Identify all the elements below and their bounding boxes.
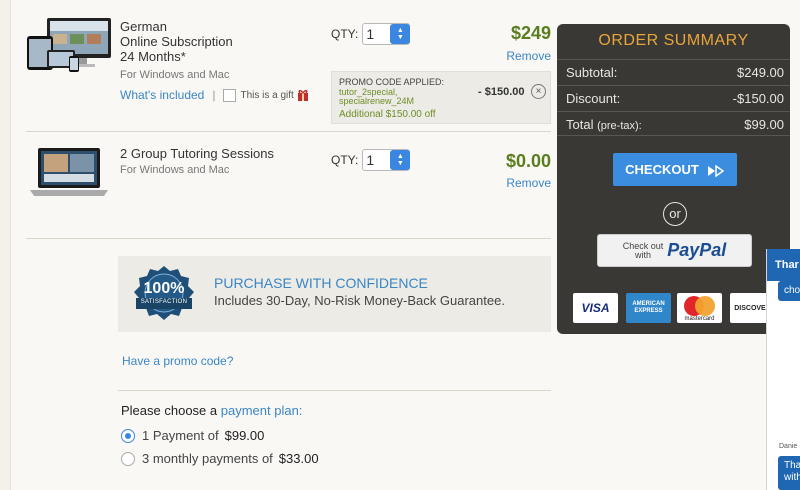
forward-arrows-icon <box>707 164 725 177</box>
total-label: Total <box>566 117 594 132</box>
payment-option-1[interactable]: 1 Payment of $99.00 <box>121 428 264 443</box>
guarantee-text: Includes 30-Day, No-Risk Money-Back Guar… <box>214 293 505 308</box>
payment-option-amount: $99.00 <box>224 428 265 443</box>
paypal-small-text: Check out with <box>623 241 664 260</box>
summary-row-subtotal: Subtotal: $249.00 <box>557 59 790 84</box>
checkout-label: CHECKOUT <box>625 162 699 177</box>
qty-control-german: QTY: 1 ▲ ▼ <box>331 23 411 45</box>
summary-label: Discount: <box>566 91 621 106</box>
order-summary-panel: ORDER SUMMARY Subtotal: $249.00 Discount… <box>557 24 790 334</box>
badge-number: 100% <box>143 280 185 297</box>
product-name-line: Online Subscription <box>120 34 233 49</box>
product-image-german <box>25 16 113 74</box>
guarantee-box: 100% SATISFACTION PURCHASE WITH CONFIDEN… <box>118 256 551 332</box>
qty-select[interactable]: 1 ▲ ▼ <box>362 149 411 171</box>
product-platform: For Windows and Mac <box>120 69 230 81</box>
close-icon[interactable]: × <box>531 84 546 99</box>
product-image-tutoring <box>28 146 110 198</box>
payment-plan-link[interactable]: payment plan: <box>221 403 303 418</box>
chat-header[interactable]: Thar <box>767 249 800 281</box>
chat-message-line: with <box>784 472 800 483</box>
spinner-arrows-icon[interactable]: ▲ ▼ <box>390 24 411 44</box>
card-label: mastercard <box>684 316 715 322</box>
have-promo-code-link[interactable]: Have a promo code? <box>122 354 233 368</box>
divider <box>26 238 551 239</box>
badge-text: SATISFACTION <box>140 299 188 305</box>
payment-plan-prompt: Please choose a payment plan: <box>121 403 302 418</box>
chat-bubble: cho <box>778 281 800 301</box>
payment-prompt-text: Please choose a <box>121 403 218 418</box>
summary-value: $99.00 <box>744 117 784 132</box>
whats-included-row: What's included | This is a gift <box>120 88 309 102</box>
promo-title: PROMO CODE APPLIED: <box>339 77 445 87</box>
summary-value: -$150.00 <box>732 91 784 106</box>
summary-row-total: Total (pre-tax): $99.00 <box>557 111 790 136</box>
summary-row-discount: Discount: -$150.00 <box>557 85 790 110</box>
promo-codes-line: specialrenew_24M <box>339 96 415 106</box>
payment-radio-2[interactable] <box>121 451 135 466</box>
total-label-small: (pre-tax): <box>597 120 642 132</box>
item-price: $0.00 <box>505 151 551 171</box>
payment-option-label: 3 monthly payments of <box>142 451 273 466</box>
card-amex-icon: AMERICAN EXPRESS <box>626 293 671 323</box>
card-visa-icon: VISA <box>573 293 618 323</box>
paypal-button[interactable]: Check out with PayPal <box>597 234 752 267</box>
summary-label: Subtotal: <box>566 65 618 80</box>
promo-additional: Additional $150.00 off <box>339 109 436 120</box>
chat-agent-name: Danie <box>779 443 798 450</box>
product-name-german: German Online Subscription 24 Months* <box>120 19 233 64</box>
or-divider: or <box>663 202 687 226</box>
item-price: $249 <box>510 23 551 43</box>
divider <box>118 390 551 391</box>
promo-discount: - $150.00 <box>478 86 525 98</box>
gift-checkbox[interactable] <box>223 88 237 102</box>
payment-option-label: 1 Payment of <box>142 428 219 443</box>
remove-link[interactable]: Remove <box>481 176 551 190</box>
gift-label: This is a gift <box>240 89 294 101</box>
chat-message: Tha with <box>778 456 800 490</box>
product-name-line: 24 Months* <box>120 49 186 64</box>
remove-link[interactable]: Remove <box>481 49 551 63</box>
qty-select[interactable]: 1 ▲ ▼ <box>362 23 411 45</box>
payment-option-amount: $33.00 <box>278 451 319 466</box>
qty-value: 1 <box>366 26 375 42</box>
paypal-logo: PayPal <box>667 240 727 260</box>
qty-label: QTY: <box>331 27 359 41</box>
promo-applied-box: PROMO CODE APPLIED: tutor_2special, spec… <box>331 71 551 124</box>
checkout-button[interactable]: CHECKOUT <box>613 153 737 186</box>
qty-label: QTY: <box>331 153 359 167</box>
payment-option-2[interactable]: 3 monthly payments of $33.00 <box>121 451 319 466</box>
guarantee-title: PURCHASE WITH CONFIDENCE <box>214 275 428 291</box>
divider <box>26 131 551 132</box>
card-label: VISA <box>581 301 610 315</box>
qty-control-tutoring: QTY: 1 ▲ ▼ <box>331 149 411 171</box>
card-mastercard-icon: mastercard <box>677 293 722 323</box>
summary-value: $249.00 <box>737 65 784 80</box>
qty-value: 1 <box>366 152 375 168</box>
summary-label: Total (pre-tax): <box>566 117 642 132</box>
chat-message-line: Tha <box>784 460 800 471</box>
gift-icon <box>297 89 309 101</box>
product-name-line: German <box>120 19 167 34</box>
product-name-tutoring: 2 Group Tutoring Sessions <box>120 146 274 161</box>
paypal-small-line: with <box>634 249 651 260</box>
payment-radio-1[interactable] <box>121 428 135 443</box>
whats-included-link[interactable]: What's included <box>120 88 204 102</box>
satisfaction-badge-icon: 100% SATISFACTION <box>132 264 196 324</box>
order-summary-title: ORDER SUMMARY <box>598 32 749 49</box>
chat-widget[interactable]: Thar cho Danie Tha with <box>766 249 800 490</box>
product-platform: For Windows and Mac <box>120 164 230 176</box>
separator: | <box>212 88 216 102</box>
card-label: AMERICAN EXPRESS <box>632 301 665 314</box>
spinner-arrows-icon[interactable]: ▲ ▼ <box>390 150 411 170</box>
